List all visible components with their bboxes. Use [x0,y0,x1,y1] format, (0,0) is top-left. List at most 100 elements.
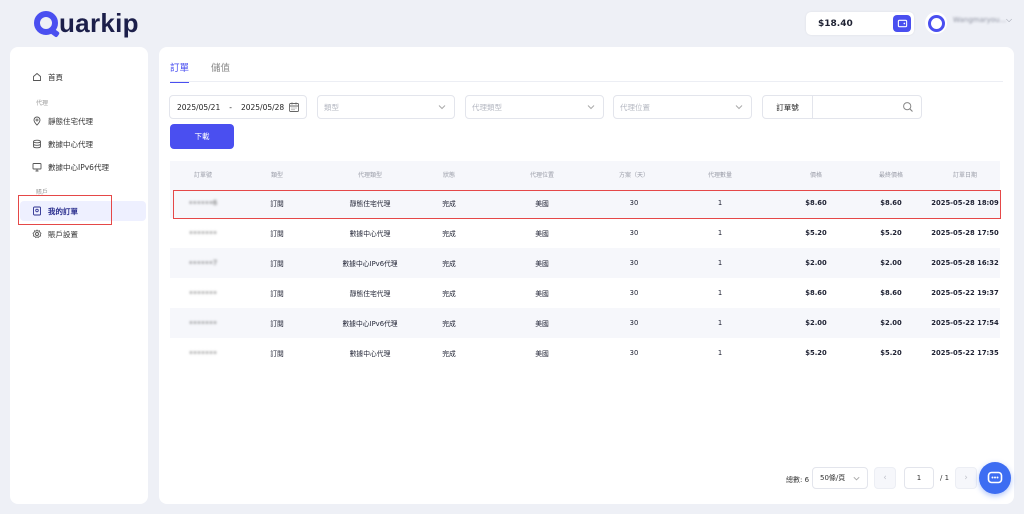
table-cell: 美國 [535,350,549,358]
table-cell: 30 [629,349,639,357]
sidebar-item-label: 靜態住宅代理 [48,116,93,126]
chevron-down-icon [735,105,743,110]
table-cell: 1 [717,349,723,357]
table-row[interactable]: ••••••• 訂閱 數據中心代理 完成 美國 30 1 $5.20 $5.20 2025-05-… [170,338,1000,368]
table-cell: 數據中心IPv6代理 [342,320,398,328]
logo-q-mark [34,11,58,35]
column-header: 最終價格 [878,172,903,179]
location-pin-icon [33,116,41,126]
column-header: 方案（天） [618,172,649,179]
table-row[interactable]: ••••••• 訂閱 數據中心IPv6代理 完成 美國 30 1 $2.00 $2.00 2025… [170,308,1000,338]
date-separator: - [229,102,232,112]
table-cell: 30 [629,319,639,327]
table-cell: 數據中心代理 [349,350,391,358]
table-cell: $5.20 [805,349,827,357]
table-cell: 美國 [535,320,549,328]
search-icon[interactable] [902,101,914,113]
table-cell: 1 [717,319,723,327]
table-cell: 完成 [442,260,456,268]
quarkip-logo[interactable]: uarkip [34,8,139,38]
table-row[interactable]: ••••••7 訂閱 數據中心IPv6代理 完成 美國 30 1 $2.00 $2.00 2025… [170,248,1000,278]
sidebar-group-proxy: 代理 [36,100,49,107]
table-cell: 訂閱 [270,230,284,238]
proxy-type-placeholder: 代理類型 [472,102,502,112]
sidebar-item-account-settings[interactable]: 賬戶設置 [20,224,146,244]
chevron-down-icon [438,105,446,110]
column-header: 訂單號 [193,172,212,179]
table-cell: 2025-05-22 17:54 [931,319,999,327]
table-cell: 完成 [442,230,456,238]
user-avatar[interactable] [925,12,947,34]
table-cell: 2025-05-22 19:37 [931,289,999,297]
download-button[interactable]: 下載 [170,124,234,149]
username[interactable]: Wangmaryou... [953,16,1006,24]
table-cell: 訂閱 [270,260,284,268]
table-cell: 訂閱 [270,350,284,358]
date-end[interactable]: 2025/05/28 [241,103,284,112]
column-header: 代理數量 [707,172,732,179]
sidebar-item-label: 賬戶設置 [48,229,78,239]
sidebar-item-label: 數據中心IPv6代理 [48,162,109,172]
sidebar: 首頁 代理 靜態住宅代理 數據中心代理 數據中心IPv6代理 賬戶 我的訂單 賬… [10,47,148,504]
table-header: 訂單號 類型 代理類型 狀態 代理位置 方案（天） 代理數量 價格 最終價格 訂單日期 [170,161,1000,188]
sidebar-item-datacenter-ipv6[interactable]: 數據中心IPv6代理 [20,157,146,177]
page-size-select[interactable]: 50條/頁 [812,467,868,489]
database-icon [33,139,41,149]
type-placeholder: 類型 [324,102,339,112]
table-row[interactable]: ••••••• 訂閱 靜態住宅代理 完成 美國 30 1 $8.60 $8.60 2025-05-… [170,278,1000,308]
column-header: 代理類型 [357,172,382,179]
tab-divider [170,81,1003,82]
proxy-location-select[interactable]: 代理位置 [613,95,752,119]
sidebar-item-datacenter[interactable]: 數據中心代理 [20,134,146,154]
sidebar-item-label: 數據中心代理 [48,139,93,149]
table-cell: 訂閱 [270,290,284,298]
table-cell: 美國 [535,290,549,298]
tab-orders[interactable]: 訂單 [170,60,190,83]
highlight-box-sidebar [18,195,112,225]
prev-page-button[interactable]: ‹ [874,467,896,489]
wallet-icon [897,19,907,28]
order-number-cell: ••••••• [188,289,218,297]
chevron-down-icon [587,105,595,110]
column-header: 代理位置 [529,172,554,179]
table-cell: 30 [629,289,639,297]
table-cell: $2.00 [880,259,902,267]
table-cell: 2025-05-22 17:35 [931,349,999,357]
logo-text: uarkip [59,7,139,38]
column-header: 類型 [270,172,283,179]
table-cell: $8.60 [805,289,827,297]
order-number-cell: ••••••• [188,349,218,357]
table-cell: $2.00 [805,259,827,267]
date-start[interactable]: 2025/05/21 [177,103,220,112]
main-panel: 訂單 儲值 2025/05/21 - 2025/05/28 類型 代理類型 代理… [159,47,1014,504]
calendar-icon[interactable] [288,101,300,113]
page-number-input[interactable]: 1 [904,467,934,489]
sidebar-item-static-residential[interactable]: 靜態住宅代理 [20,111,146,131]
table-cell: $5.20 [880,349,902,357]
table-cell: 完成 [442,350,456,358]
next-page-button[interactable]: › [955,467,977,489]
order-number-cell: ••••••• [188,319,218,327]
table-cell: 1 [717,229,723,237]
tabs: 訂單 儲值 [170,60,230,83]
date-range-picker[interactable]: 2025/05/21 - 2025/05/28 [169,95,307,119]
chevron-down-icon[interactable]: ⌵ [1006,15,1012,25]
table-cell: $2.00 [880,319,902,327]
type-select[interactable]: 類型 [317,95,455,119]
table-cell: 1 [717,259,723,267]
order-number-cell: ••••••• [188,229,218,237]
chat-support-button[interactable] [979,462,1011,494]
sidebar-item-home[interactable]: 首頁 [20,67,146,87]
table-row[interactable]: ••••••• 訂閱 數據中心代理 完成 美國 30 1 $5.20 $5.20 2025-05-… [170,218,1000,248]
proxy-type-select[interactable]: 代理類型 [465,95,604,119]
order-number-search[interactable]: 訂單號 [762,95,922,119]
monitor-icon [32,163,42,172]
wallet-button[interactable] [893,15,911,32]
highlight-box-first-row [173,190,1001,219]
column-header: 狀態 [442,172,455,179]
tab-top-up[interactable]: 儲值 [211,60,230,83]
sidebar-item-label: 首頁 [48,72,63,82]
table-cell: 數據中心IPv6代理 [342,260,398,268]
table-cell: 完成 [442,320,456,328]
proxy-location-placeholder: 代理位置 [620,102,650,112]
